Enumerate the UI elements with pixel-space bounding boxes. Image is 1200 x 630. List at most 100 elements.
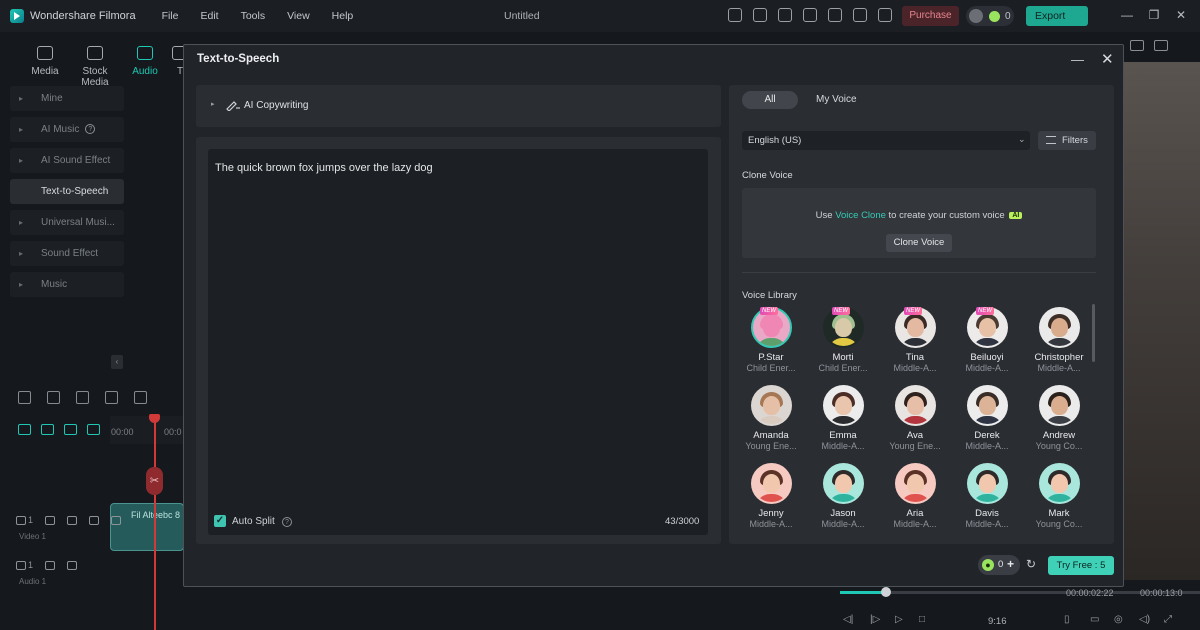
sidebar-item-label: Music xyxy=(41,279,68,290)
language-select[interactable]: English (US) ⌄ xyxy=(742,131,1030,150)
music-track-icon xyxy=(16,560,26,570)
snapshot-icon[interactable]: ◎ xyxy=(1114,614,1123,625)
marker-icon[interactable]: ▯ xyxy=(1064,614,1070,625)
voice-card[interactable]: Andrew Young Co... xyxy=(1023,385,1095,451)
ai-copywriting-section[interactable]: ▸ AI Copywriting xyxy=(196,85,721,127)
voice-description: Young Co... xyxy=(1035,519,1083,529)
display-icon[interactable]: ▭ xyxy=(1090,614,1099,625)
send-icon[interactable] xyxy=(728,8,742,22)
export-button[interactable]: Export xyxy=(1026,6,1088,26)
voice-card[interactable]: NEW Morti Child Ener... xyxy=(807,307,879,373)
tab-all[interactable]: All xyxy=(742,91,798,109)
minimize-window-icon[interactable]: — xyxy=(1121,9,1133,21)
folder-icon[interactable] xyxy=(45,560,56,570)
voice-name: Morti xyxy=(832,352,854,363)
voice-list-scrollbar[interactable] xyxy=(1092,304,1095,362)
grid-view-icon[interactable] xyxy=(1130,40,1144,51)
layout-grid-icon[interactable] xyxy=(18,391,31,404)
close-icon[interactable]: ✕ xyxy=(1101,50,1114,68)
play-icon[interactable]: ▷ xyxy=(895,614,903,625)
apps-icon[interactable] xyxy=(878,8,892,22)
restore-window-icon[interactable]: ❐ xyxy=(1148,9,1160,21)
voice-card[interactable]: NEW Tina Middle-A... xyxy=(879,307,951,373)
lock-icon[interactable] xyxy=(67,560,78,570)
menu-help[interactable]: Help xyxy=(332,10,354,22)
gift-icon[interactable] xyxy=(853,8,867,22)
scrubber-handle[interactable] xyxy=(881,587,891,597)
add-track-icon[interactable] xyxy=(18,424,31,435)
sidebar-item-ai-sound-effect[interactable]: AI Sound Effect? xyxy=(10,148,124,190)
voice-name: Davis xyxy=(975,508,999,519)
voice-card[interactable]: Aria Middle-A... xyxy=(879,463,951,529)
sidebar-item-label: AI Music xyxy=(41,124,80,135)
voice-card[interactable]: Ava Young Ene... xyxy=(879,385,951,451)
save-icon[interactable] xyxy=(803,8,817,22)
image-icon[interactable] xyxy=(1154,40,1168,51)
voice-card[interactable]: Emma Middle-A... xyxy=(807,385,879,451)
fullscreen-icon[interactable]: ⤢ xyxy=(1164,614,1172,625)
tab-my-voice[interactable]: My Voice xyxy=(816,94,857,105)
sidebar-item-universal-music[interactable]: Universal Musi... xyxy=(10,210,124,235)
speaker-icon[interactable] xyxy=(89,515,100,525)
prev-frame-icon[interactable]: ◁| xyxy=(843,614,853,625)
sidebar-item-sound-effect[interactable]: Sound Effect xyxy=(10,241,124,266)
delete-icon[interactable] xyxy=(134,391,147,404)
voice-card[interactable]: NEW P.Star Child Ener... xyxy=(735,307,807,373)
menu-view[interactable]: View xyxy=(287,10,310,22)
lock-icon[interactable] xyxy=(67,515,78,525)
credit-value: 0 xyxy=(998,559,1004,570)
playhead[interactable] xyxy=(154,416,156,630)
help-icon[interactable]: ? xyxy=(85,124,96,134)
link-icon[interactable] xyxy=(41,424,54,435)
tab-stock-media[interactable]: Stock Media xyxy=(70,42,120,88)
tab-media[interactable]: Media xyxy=(20,42,70,88)
cloud-icon[interactable] xyxy=(828,8,842,22)
eye-icon[interactable] xyxy=(111,515,122,525)
try-free-button[interactable]: Try Free : 5 xyxy=(1048,556,1114,575)
sidebar-item-mine[interactable]: Mine xyxy=(10,86,124,111)
close-window-icon[interactable]: ✕ xyxy=(1175,9,1187,21)
speech-text-input[interactable]: The quick brown fox jumps over the lazy … xyxy=(208,149,708,535)
voice-card[interactable]: Jason Middle-A... xyxy=(807,463,879,529)
menu-tools[interactable]: Tools xyxy=(241,10,266,22)
stop-icon[interactable]: □ xyxy=(919,614,925,625)
menu-edit[interactable]: Edit xyxy=(200,10,218,22)
credit-balance[interactable]: ● 0 + xyxy=(978,555,1020,575)
account-credits[interactable]: 0 xyxy=(966,6,1014,26)
sidebar-item-label: Text-to-Speech xyxy=(41,186,109,197)
volume-icon[interactable]: ◁) xyxy=(1139,614,1150,625)
collapse-sidebar-icon[interactable]: ‹ xyxy=(111,355,123,369)
help-icon[interactable]: ? xyxy=(282,517,292,527)
scissors-icon[interactable]: ✂ xyxy=(146,467,163,495)
redo-icon[interactable] xyxy=(105,391,118,404)
add-credits-icon[interactable]: + xyxy=(1007,557,1014,571)
voice-card[interactable]: NEW Beiluoyi Middle-A... xyxy=(951,307,1023,373)
auto-split-checkbox[interactable]: ✓ xyxy=(214,515,226,527)
aspect-ratio-select[interactable]: 9:16 xyxy=(988,616,1007,627)
voice-clone-link[interactable]: Voice Clone xyxy=(835,210,886,221)
folder-icon[interactable] xyxy=(45,515,56,525)
undo-icon[interactable] xyxy=(76,391,89,404)
next-frame-icon[interactable]: |▷ xyxy=(870,614,880,625)
filters-button[interactable]: Filters xyxy=(1038,131,1096,150)
minimize-icon[interactable]: — xyxy=(1071,52,1084,67)
clone-voice-button[interactable]: Clone Voice xyxy=(886,234,952,252)
select-tool-icon[interactable] xyxy=(47,391,60,404)
voice-card[interactable]: Mark Young Co... xyxy=(1023,463,1095,529)
tab-audio[interactable]: Audio xyxy=(120,42,170,88)
sidebar-item-music[interactable]: Music xyxy=(10,272,124,297)
sidebar-item-ai-music[interactable]: AI Music? xyxy=(10,117,124,142)
voice-card[interactable]: Amanda Young Ene... xyxy=(735,385,807,451)
purchase-button[interactable]: Purchase xyxy=(902,6,959,26)
voice-card[interactable]: Jenny Middle-A... xyxy=(735,463,807,529)
device-icon[interactable] xyxy=(753,8,767,22)
voice-card[interactable]: Davis Middle-A... xyxy=(951,463,1023,529)
voice-card[interactable]: Derek Middle-A... xyxy=(951,385,1023,451)
sidebar-item-text-to-speech[interactable]: Text-to-Speech xyxy=(10,179,124,204)
marker-icon[interactable] xyxy=(87,424,100,435)
voice-card[interactable]: Christopher Middle-A... xyxy=(1023,307,1095,373)
menu-file[interactable]: File xyxy=(162,10,179,22)
keyboard-icon[interactable] xyxy=(778,8,792,22)
refresh-icon[interactable]: ↻ xyxy=(1026,557,1036,571)
ripple-icon[interactable] xyxy=(64,424,77,435)
